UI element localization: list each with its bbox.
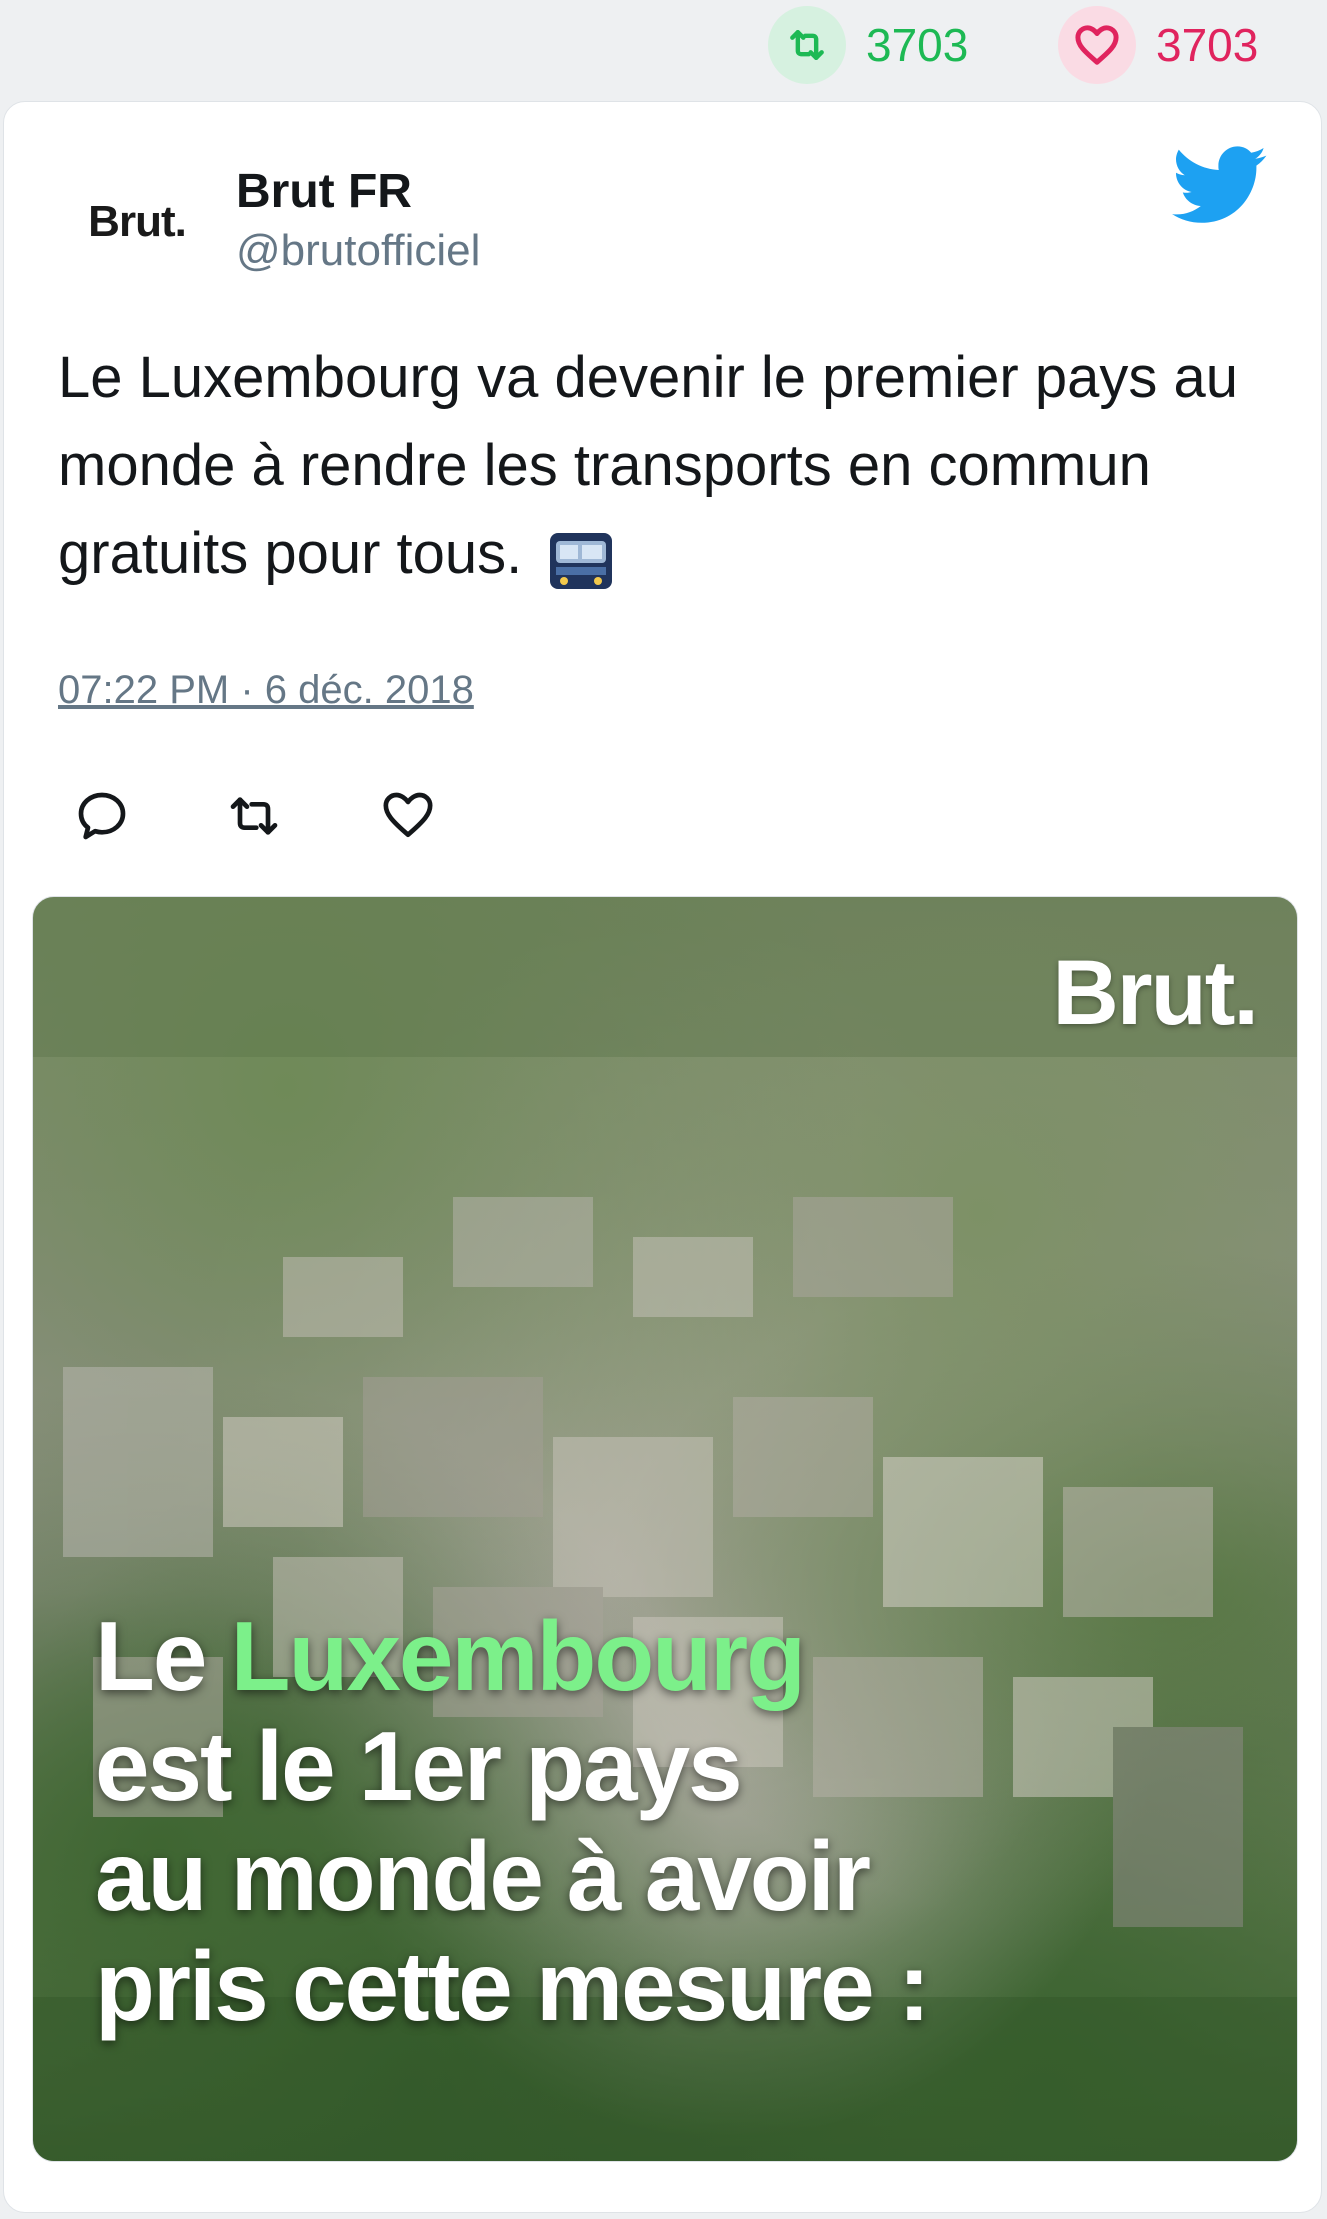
tweet-media-video[interactable]: Brut. Le Luxembourg est le 1er pays au m… — [32, 896, 1298, 2162]
avatar[interactable]: Brut. — [52, 162, 222, 282]
engagement-stats: 3703 3703 — [0, 0, 1327, 100]
tweet-body: Le Luxembourg va devenir le premier pays… — [58, 345, 1238, 586]
retweet-icon — [768, 6, 846, 84]
retweet-stat[interactable]: 3703 — [768, 6, 968, 84]
caption-line-1: Le Luxembourg — [95, 1601, 928, 1711]
reply-icon[interactable] — [74, 788, 130, 844]
brut-watermark: Brut. — [1052, 942, 1259, 1044]
caption-line-3: au monde à avoir — [95, 1821, 871, 1931]
display-name[interactable]: Brut FR — [236, 164, 412, 219]
heart-icon — [1058, 6, 1136, 84]
caption-line-4: pris cette mesure : — [95, 1931, 930, 2041]
tram-icon — [548, 528, 614, 589]
tweet-card[interactable]: Brut. Brut FR @brutofficiel Le Luxembour… — [3, 101, 1322, 2213]
tweet-timestamp[interactable]: 07:22 PM · 6 déc. 2018 — [58, 668, 474, 713]
like-stat[interactable]: 3703 — [1058, 6, 1258, 84]
caption-highlight: Luxembourg — [230, 1601, 806, 1711]
video-caption: Le Luxembourg est le 1er pays au monde à… — [95, 1601, 930, 2041]
caption-line-2: est le 1er pays — [95, 1711, 743, 1821]
retweet-count: 3703 — [866, 19, 969, 71]
like-count: 3703 — [1156, 19, 1259, 71]
like-icon[interactable] — [380, 788, 436, 844]
retweet-action-icon[interactable] — [226, 788, 282, 844]
caption-prefix: Le — [95, 1601, 231, 1711]
tweet-text: Le Luxembourg va devenir le premier pays… — [58, 334, 1268, 598]
user-handle[interactable]: @brutofficiel — [236, 226, 480, 276]
twitter-bird-icon[interactable] — [1172, 146, 1268, 226]
